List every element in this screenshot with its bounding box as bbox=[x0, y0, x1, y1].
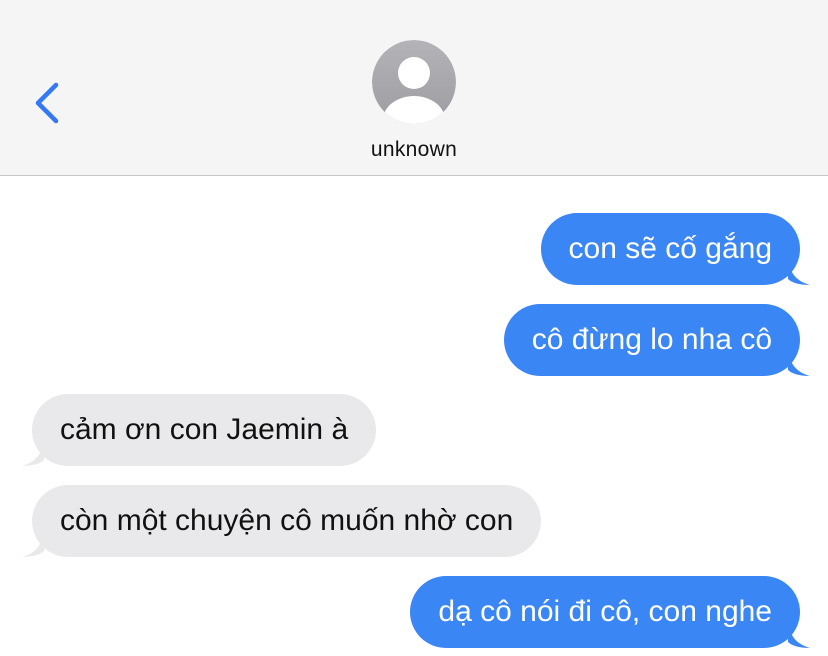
contact-avatar[interactable] bbox=[372, 40, 456, 124]
message-thread: con sẽ cố gắng cô đừng lo nha cô cảm ơn … bbox=[0, 176, 828, 656]
message-text: còn một chuyện cô muốn nhờ con bbox=[60, 504, 514, 537]
message-text: cảm ơn con Jaemin à bbox=[60, 413, 349, 446]
outgoing-message-bubble[interactable]: cô đừng lo nha cô bbox=[503, 304, 810, 376]
message-text: con sẽ cố gắng bbox=[568, 232, 772, 265]
outgoing-message-bubble[interactable]: con sẽ cố gắng bbox=[540, 213, 810, 285]
conversation-header: unknown bbox=[0, 0, 828, 176]
bubble-tail bbox=[788, 622, 810, 648]
bubble-tail bbox=[788, 350, 810, 376]
back-button[interactable] bbox=[28, 80, 68, 126]
bubble-tail bbox=[788, 259, 810, 285]
incoming-message-bubble[interactable]: cảm ơn con Jaemin à bbox=[22, 394, 377, 466]
chevron-left-icon bbox=[35, 82, 59, 124]
person-silhouette-icon bbox=[372, 40, 456, 124]
message-text: dạ cô nói đi cô, con nghe bbox=[438, 595, 772, 628]
outgoing-message-bubble[interactable]: dạ cô nói đi cô, con nghe bbox=[410, 576, 810, 648]
bubble-tail bbox=[22, 440, 44, 466]
messages-screen: unknown con sẽ cố gắng cô đừng lo nha cô… bbox=[0, 0, 828, 656]
contact-name[interactable]: unknown bbox=[0, 138, 828, 162]
bubble-tail bbox=[22, 531, 44, 557]
message-text: cô đừng lo nha cô bbox=[531, 323, 772, 356]
incoming-message-bubble[interactable]: còn một chuyện cô muốn nhờ con bbox=[22, 485, 542, 557]
